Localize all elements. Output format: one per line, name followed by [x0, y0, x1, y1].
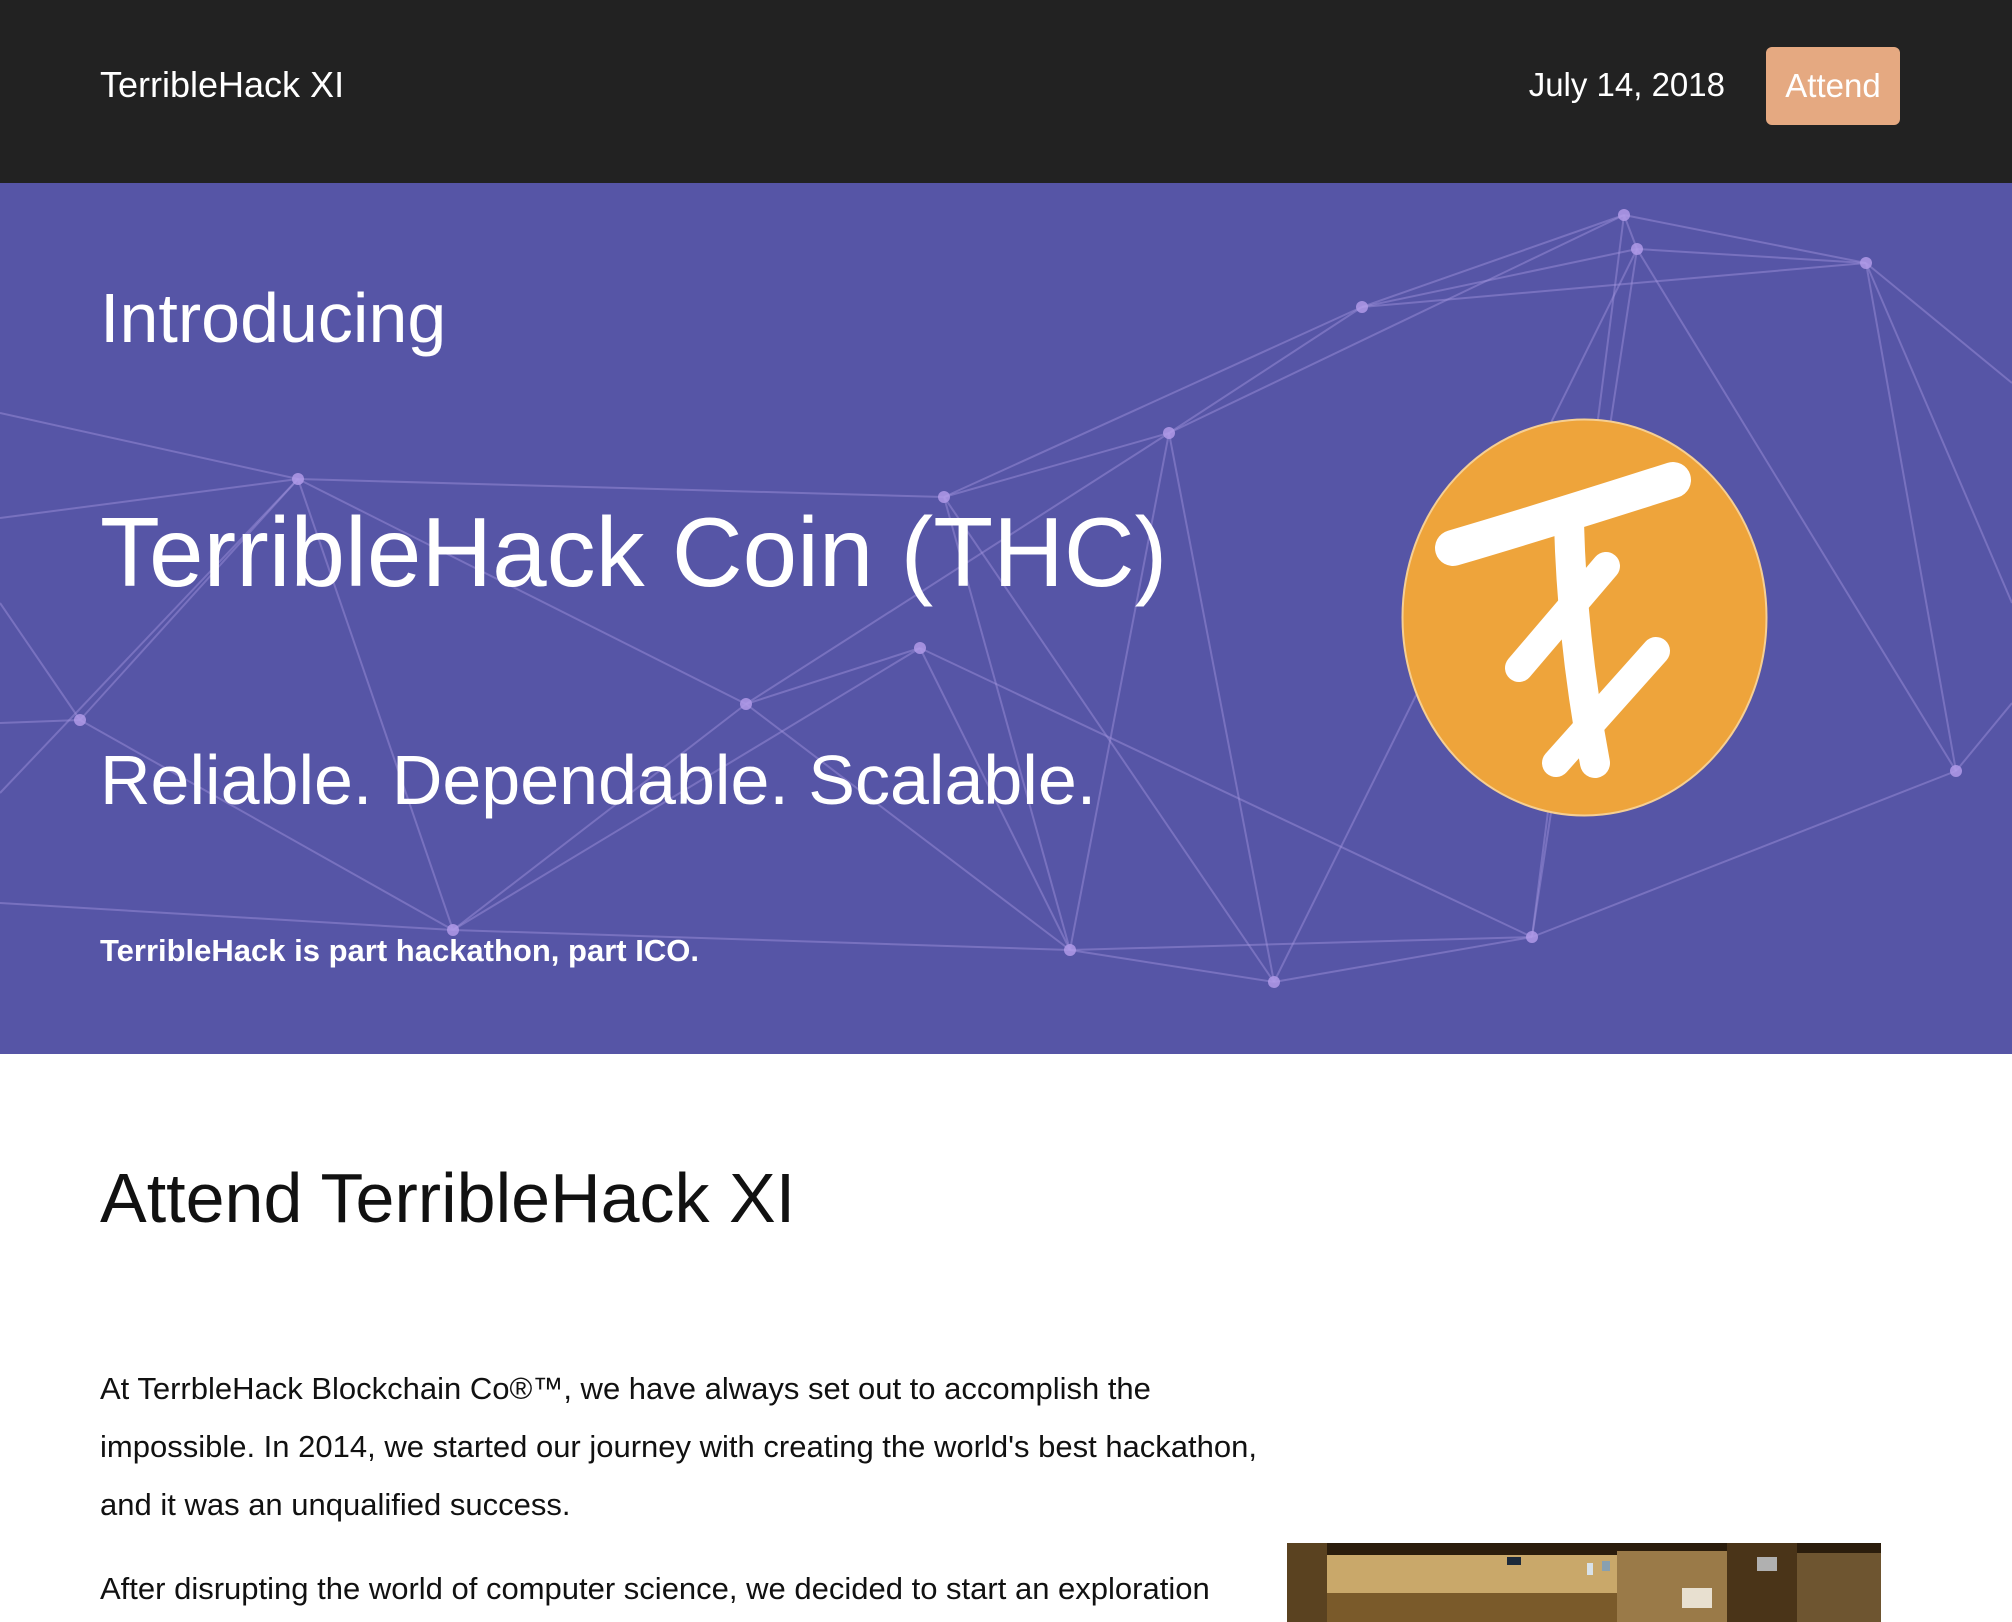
site-brand-link[interactable]: TerribleHack XI [100, 60, 344, 110]
intro-paragraph: At TerrbleHack Blockchain Co®™, we have … [100, 1371, 1257, 1522]
attend-button[interactable]: Attend [1766, 47, 1900, 125]
hero-section: Introducing TerribleHack Coin (THC) Reli… [0, 183, 2012, 1054]
hero-tagline: Reliable. Dependable. Scalable. [100, 741, 1097, 819]
hero-intro-text: Introducing [100, 279, 447, 357]
event-photo [1287, 1543, 1881, 1622]
event-photo-graphic [1287, 1543, 1881, 1622]
hero-subtitle: TerribleHack is part hackathon, part ICO… [100, 933, 699, 968]
top-navbar: TerribleHack XI July 14, 2018 Attend [0, 0, 2012, 183]
hero-title: TerribleHack Coin (THC) [100, 497, 1168, 607]
second-paragraph: After disrupting the world of computer s… [100, 1571, 1210, 1606]
thc-coin-icon [1401, 418, 1768, 817]
event-date: July 14, 2018 [1528, 66, 1725, 103]
attend-section-title: Attend TerribleHack XI [100, 1159, 796, 1237]
